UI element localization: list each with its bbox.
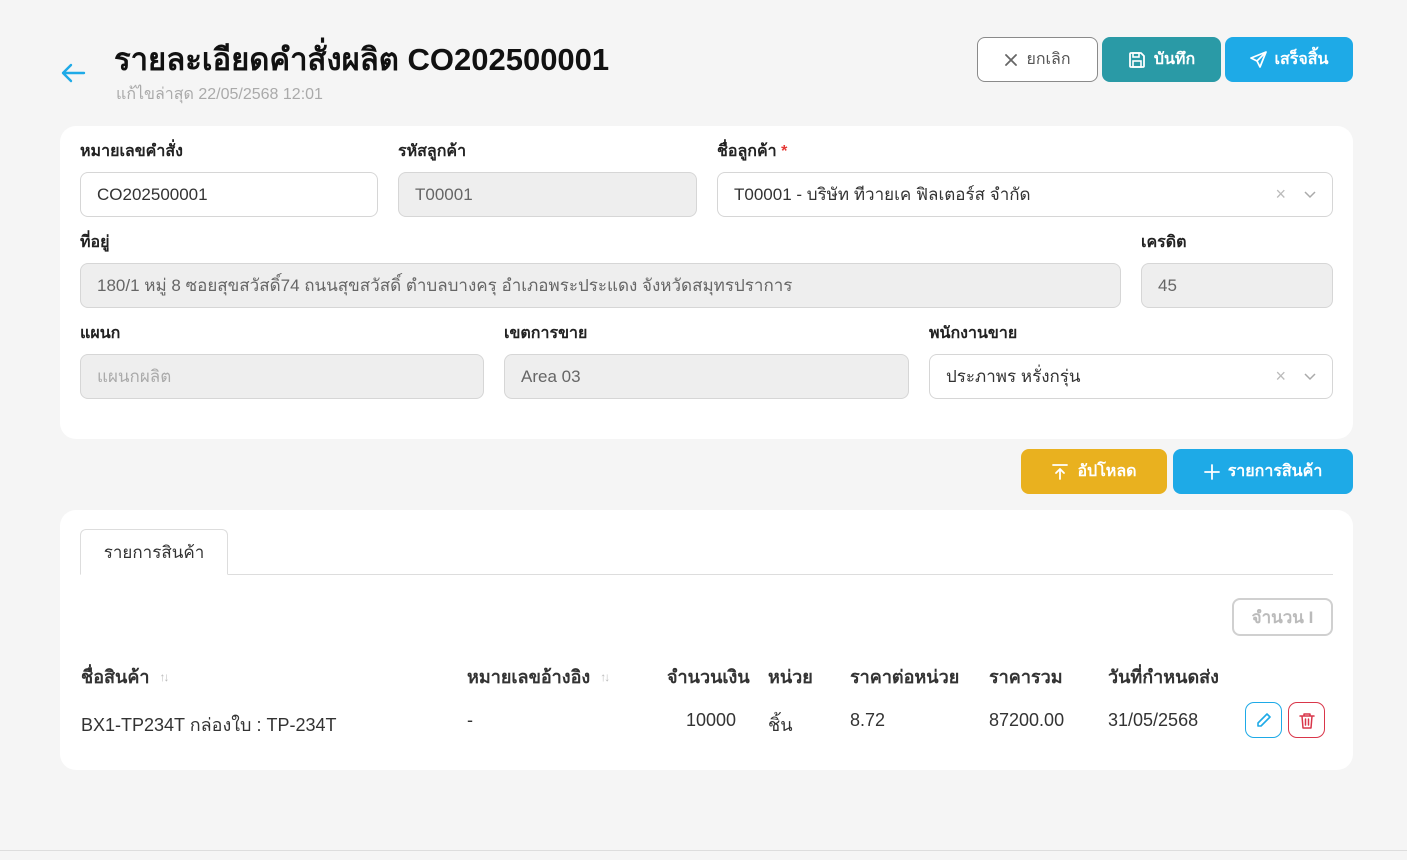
customer-name-select[interactable]: T00001 - บริษัท ทีวายเค ฟิลเตอร์ส จำกัด … [717, 172, 1333, 217]
upload-button[interactable]: อัปโหลด [1021, 449, 1167, 494]
arrow-left-icon [61, 63, 86, 83]
items-card: รายการสินค้า จำนวน I ชื่อสินค้า ↑↓ หมายเ… [60, 510, 1353, 770]
credit-label: เครดิต [1141, 234, 1187, 251]
order-no-field[interactable]: CO202500001 [80, 172, 378, 217]
column-header-product[interactable]: ชื่อสินค้า ↑↓ [81, 662, 169, 691]
column-header-total: ราคารวม [989, 667, 1063, 687]
tab-items[interactable]: รายการสินค้า [80, 529, 228, 575]
clear-icon[interactable]: × [1275, 184, 1286, 205]
submit-button-label: เสร็จสิ้น [1274, 51, 1329, 68]
order-form-card: หมายเลขคำสั่ง CO202500001 รหัสลูกค้า T00… [60, 126, 1353, 439]
order-no-value: CO202500001 [97, 184, 208, 204]
column-toggle-button[interactable]: จำนวน I [1232, 598, 1333, 636]
sales-area-value: Area 03 [521, 366, 581, 386]
column-header-amount: จำนวนเงิน [667, 667, 750, 687]
delete-button[interactable] [1288, 702, 1325, 738]
column-header-unit-price: ราคาต่อหน่วย [850, 667, 960, 687]
add-item-button-label: รายการสินค้า [1227, 463, 1323, 480]
customer-code-value: T00001 [415, 184, 473, 204]
cancel-button[interactable]: ยกเลิก [977, 37, 1098, 82]
credit-value: 45 [1158, 275, 1177, 295]
trash-icon [1298, 712, 1315, 729]
footer-divider [0, 850, 1407, 851]
address-label: ที่อยู่ [80, 234, 110, 251]
cell-unit-price: 8.72 [850, 710, 886, 730]
pencil-icon [1256, 713, 1271, 727]
back-button[interactable] [58, 58, 88, 88]
plus-icon [1203, 463, 1220, 480]
floppy-disk-icon [1128, 51, 1145, 68]
cancel-button-label: ยกเลิก [1026, 51, 1071, 68]
sort-icon[interactable]: ↑↓ [600, 670, 610, 684]
save-button[interactable]: บันทึก [1102, 37, 1221, 82]
send-icon [1249, 51, 1267, 68]
edit-button[interactable] [1245, 702, 1282, 738]
address-field: 180/1 หมู่ 8 ซอยสุขสวัสดิ์74 ถนนสุขสวัสด… [80, 263, 1121, 308]
salesperson-value: ประภาพร หรั่งกรุ่น [946, 367, 1081, 386]
customer-name-label: ชื่อลูกค้า * [717, 139, 787, 164]
tab-divider [80, 574, 1333, 575]
cell-due-date: 31/05/2568 [1108, 710, 1199, 730]
customer-code-field: T00001 [398, 172, 697, 217]
page-title: รายละเอียดคำสั่งผลิต CO202500001 [114, 42, 610, 77]
column-header-reference[interactable]: หมายเลขอ้างอิง ↑↓ [467, 662, 610, 691]
cell-unit: ชิ้น [768, 715, 793, 735]
cell-reference: - [467, 710, 473, 730]
customer-name-label-text: ชื่อลูกค้า [717, 143, 777, 160]
submit-button[interactable]: เสร็จสิ้น [1225, 37, 1353, 82]
salesperson-select[interactable]: ประภาพร หรั่งกรุ่น × [929, 354, 1333, 399]
sort-icon[interactable]: ↑↓ [159, 670, 169, 684]
sales-area-field: Area 03 [504, 354, 909, 399]
column-header-unit: หน่วย [768, 667, 813, 687]
last-edited-text: แก้ไขล่าสุด 22/05/2568 12:01 [116, 86, 323, 103]
department-field: แผนกผลิต [80, 354, 484, 399]
customer-code-label: รหัสลูกค้า [398, 143, 467, 160]
add-item-button[interactable]: รายการสินค้า [1173, 449, 1353, 494]
salesperson-label: พนักงานขาย [929, 325, 1018, 342]
customer-name-value: T00001 - บริษัท ทีวายเค ฟิลเตอร์ส จำกัด [734, 185, 1031, 204]
upload-button-label: อัปโหลด [1077, 463, 1137, 480]
department-value: แผนกผลิต [97, 367, 172, 386]
clear-icon[interactable]: × [1275, 366, 1286, 387]
column-header-due-date: วันที่กำหนดส่ง [1108, 667, 1219, 687]
order-no-label: หมายเลขคำสั่ง [80, 143, 183, 160]
page-header: รายละเอียดคำสั่งผลิต CO202500001 แก้ไขล่… [0, 0, 1407, 120]
sales-area-label: เขตการขาย [504, 325, 588, 342]
cell-product: BX1-TP234T กล่องใบ : TP-234T [81, 715, 337, 735]
credit-field: 45 [1141, 263, 1333, 308]
save-button-label: บันทึก [1153, 51, 1196, 68]
address-value: 180/1 หมู่ 8 ซอยสุขสวัสดิ์74 ถนนสุขสวัสด… [97, 276, 793, 295]
column-header-reference-label: หมายเลขอ้างอิง [467, 667, 591, 687]
close-icon [1005, 53, 1018, 66]
column-header-product-label: ชื่อสินค้า [81, 667, 150, 687]
cell-amount: 10000 [686, 710, 737, 730]
department-label: แผนก [80, 325, 121, 342]
required-mark: * [781, 143, 788, 160]
chevron-down-icon[interactable] [1304, 372, 1316, 381]
cell-total: 87200.00 [989, 710, 1065, 730]
chevron-down-icon[interactable] [1304, 190, 1316, 199]
upload-icon [1052, 463, 1069, 480]
